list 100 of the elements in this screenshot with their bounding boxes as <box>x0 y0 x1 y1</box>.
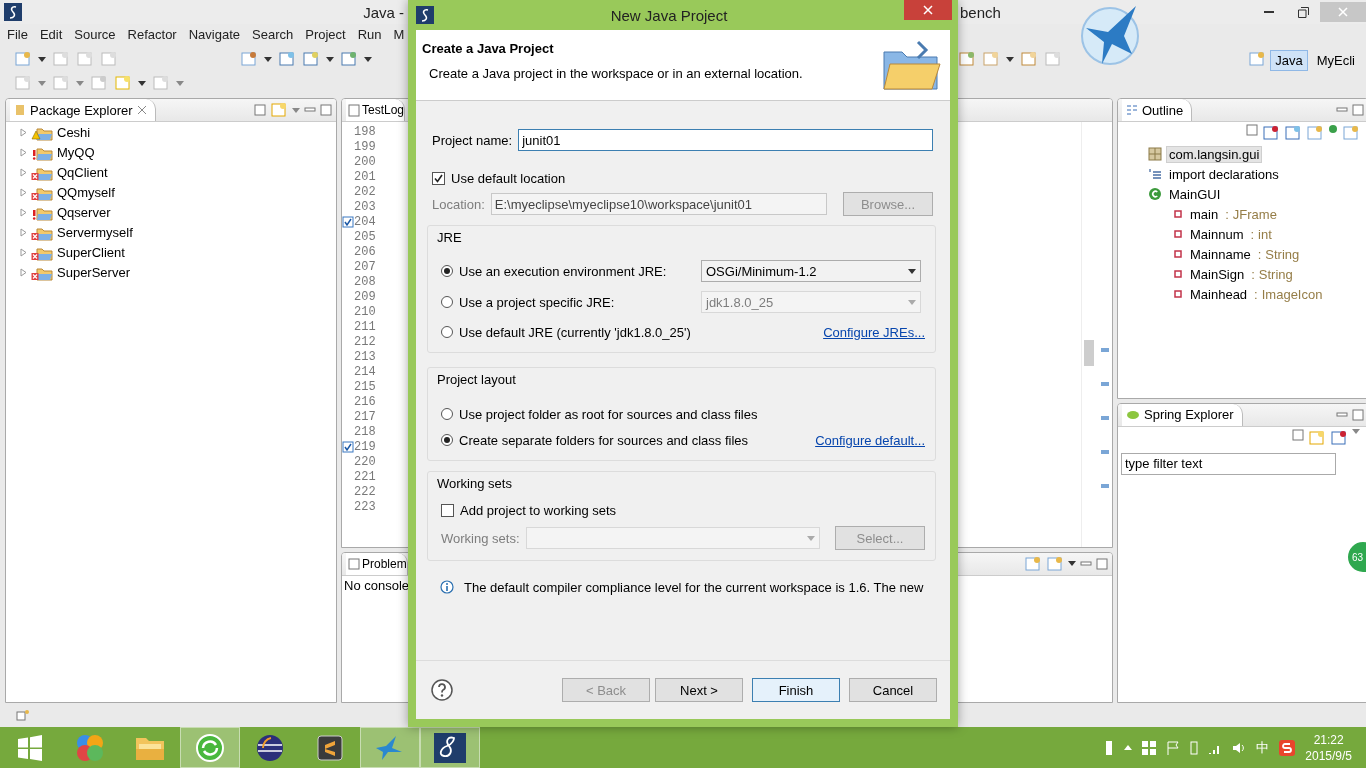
wizard-button[interactable]: Next > <box>655 678 743 702</box>
radio-button[interactable] <box>441 434 453 446</box>
window-title: Java - <box>363 3 404 21</box>
dialog-description: Create a Java project in the workspace or in an external location. <box>428 66 804 81</box>
menu-item[interactable]: Source <box>69 26 123 42</box>
show-hidden-icons-icon[interactable] <box>1124 745 1133 750</box>
collapse-icon[interactable] <box>1246 124 1258 136</box>
radio-button[interactable] <box>441 265 453 277</box>
project-name[interactable]: SuperServer <box>57 264 130 280</box>
configure-link[interactable]: Configure JREs... <box>823 324 925 340</box>
project-name-field[interactable]: junit01 <box>518 129 933 151</box>
refresh-circle-icon[interactable] <box>195 732 225 763</box>
collapse-icon[interactable] <box>254 104 266 116</box>
filter-field[interactable]: type filter text <box>1121 452 1336 475</box>
menu-item[interactable]: Edit <box>34 26 70 42</box>
sublime-icon[interactable] <box>316 733 344 762</box>
line-number: 205 <box>354 229 376 244</box>
checkbox[interactable] <box>432 171 445 185</box>
dropdown-caret-icon[interactable] <box>326 56 334 62</box>
marker-icon[interactable] <box>1101 416 1109 420</box>
field-type: String <box>1265 246 1300 262</box>
project-name[interactable]: QQmyself <box>57 184 115 200</box>
project-name[interactable]: QqClient <box>57 164 108 180</box>
perspective-button[interactable]: Java <box>1270 50 1308 71</box>
menu-item[interactable]: M <box>388 26 412 42</box>
line-number: 218 <box>354 424 376 439</box>
dropdown-caret-icon[interactable] <box>38 56 46 62</box>
outline-item[interactable]: Mainnum <box>1187 225 1247 243</box>
project-name[interactable]: Ceshi <box>57 124 91 140</box>
line-number: 220 <box>354 454 376 469</box>
project-name[interactable]: MyQQ <box>57 144 95 160</box>
sphere-icon[interactable] <box>255 732 285 763</box>
figure-eight-logo-icon[interactable] <box>433 731 467 764</box>
project-name[interactable]: Servermyself <box>57 224 133 240</box>
windows-logo-icon[interactable] <box>17 734 43 761</box>
dropdown-caret-icon[interactable] <box>264 56 272 62</box>
radio-label[interactable]: Use an execution environment JRE: <box>459 263 667 279</box>
line-number: 219 <box>354 439 376 454</box>
outline-item[interactable]: import declarations <box>1166 165 1282 183</box>
dropdown-caret-icon[interactable] <box>138 80 146 86</box>
dropdown-caret-icon[interactable] <box>364 56 372 62</box>
perspective-button[interactable]: MyEcli <box>1311 50 1360 71</box>
type-separator: : <box>1225 206 1229 222</box>
outline-item[interactable]: MainSign <box>1187 265 1248 283</box>
package-explorer-icon <box>14 104 26 116</box>
menu-item[interactable]: Project <box>300 26 353 42</box>
project-name[interactable]: Qqserver <box>57 204 111 220</box>
restore-icon[interactable] <box>1297 6 1309 18</box>
dialog-title: New Java Project <box>609 6 729 24</box>
dropdown-caret-icon[interactable] <box>908 268 916 274</box>
battery-icon[interactable] <box>1190 740 1199 755</box>
speaker-icon[interactable] <box>1232 740 1247 755</box>
sogou-s-icon[interactable] <box>1279 739 1296 756</box>
import-list-icon <box>1148 167 1162 181</box>
maximize-icon[interactable] <box>1352 408 1364 421</box>
maximize-icon[interactable] <box>1096 557 1108 570</box>
marker-icon[interactable] <box>1101 348 1109 352</box>
radio-button[interactable] <box>441 408 453 420</box>
outline-item[interactable]: main <box>1187 205 1222 223</box>
help-icon[interactable] <box>430 678 454 702</box>
project-name[interactable]: SuperClient <box>57 244 125 260</box>
marker-icon[interactable] <box>1101 382 1109 386</box>
line-number: 199 <box>354 139 376 154</box>
usb-icon[interactable] <box>1104 738 1115 757</box>
maximize-icon[interactable] <box>1352 104 1364 116</box>
radio-label[interactable]: Create separate folders for sources and class files <box>459 432 749 448</box>
outline-item[interactable]: com.langsin.gui <box>1166 145 1263 163</box>
menu-item[interactable]: Navigate <box>183 26 247 42</box>
menu-item[interactable]: File <box>2 26 35 42</box>
outline-item[interactable]: Mainname <box>1187 245 1254 263</box>
windows-logo-icon[interactable] <box>1142 740 1157 755</box>
radio-label[interactable]: Use default JRE (currently 'jdk1.8.0_25') <box>459 324 691 340</box>
scrollbar-thumb-icon[interactable] <box>1084 340 1094 366</box>
group-title: Working sets <box>437 476 513 493</box>
close-icon[interactable] <box>136 105 147 115</box>
menu-item[interactable]: Run <box>352 26 389 42</box>
line-number: 212 <box>354 334 376 349</box>
marker-icon[interactable] <box>1101 450 1109 454</box>
dropdown-caret-icon[interactable] <box>1006 56 1014 62</box>
radio-button[interactable] <box>441 326 453 338</box>
menu-item[interactable]: Refactor <box>122 26 184 42</box>
wizard-button[interactable]: Cancel <box>849 678 937 702</box>
outline-item[interactable]: MainGUI <box>1166 185 1224 203</box>
radio-label[interactable]: Use project folder as root for sources and class files <box>459 406 758 422</box>
maximize-icon[interactable] <box>320 104 332 116</box>
configure-link[interactable]: Configure default... <box>815 432 925 448</box>
dropdown-caret-icon[interactable] <box>1068 561 1076 567</box>
dot-icon[interactable] <box>1328 124 1338 134</box>
line-number: 217 <box>354 409 376 424</box>
line-number: 208 <box>354 274 376 289</box>
wizard-button[interactable]: Finish <box>752 678 840 702</box>
jre-dropdown[interactable]: OSGi/Minimum-1.2 <box>701 260 921 282</box>
collapse-icon[interactable] <box>1292 428 1304 441</box>
outline-item[interactable]: Mainhead <box>1187 285 1251 303</box>
marker-icon[interactable] <box>1101 484 1109 488</box>
colorful-balls-icon[interactable] <box>75 732 105 763</box>
flag-icon[interactable] <box>1166 740 1181 755</box>
menu-item[interactable]: Search <box>247 26 301 42</box>
checkbox-label[interactable]: Use default location <box>451 170 566 186</box>
close-button[interactable] <box>904 0 952 20</box>
